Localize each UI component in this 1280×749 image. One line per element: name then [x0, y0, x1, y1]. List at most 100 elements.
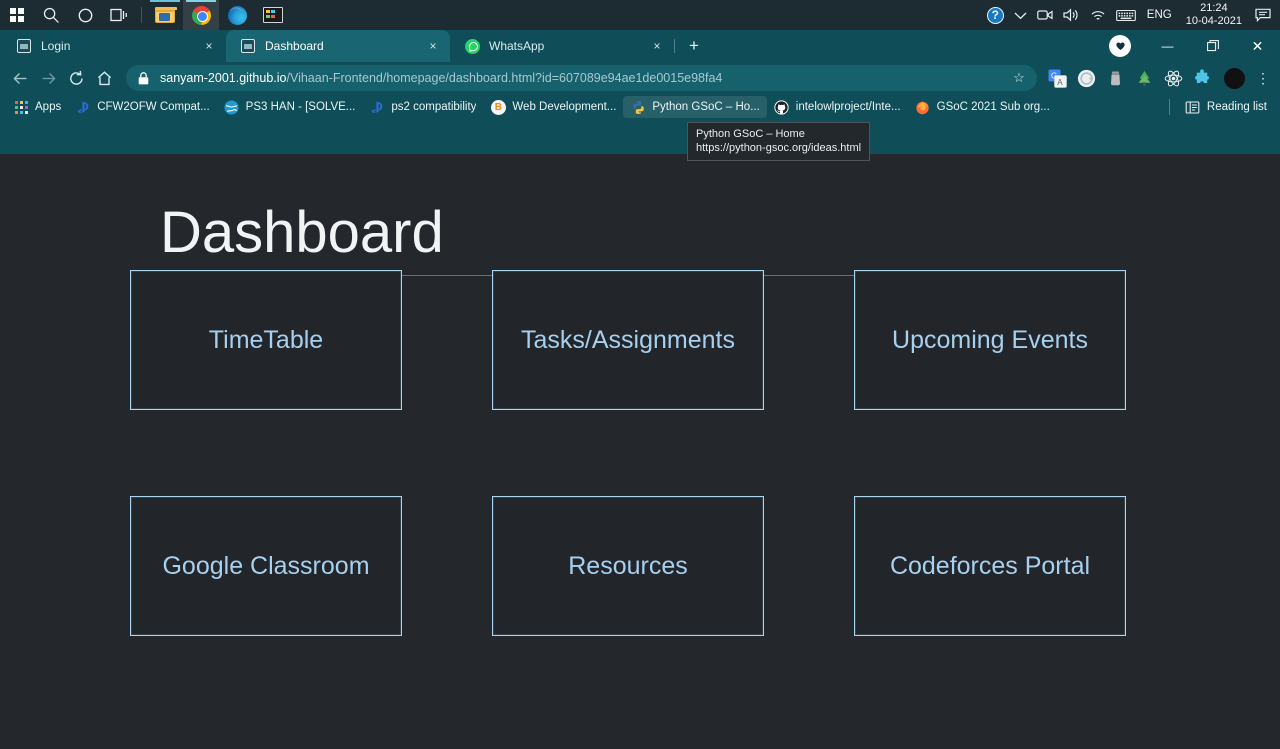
bookmark-star-icon[interactable]: ☆ — [1011, 70, 1027, 86]
bookmark-gsoc-2021[interactable]: GSoC 2021 Sub org... — [908, 96, 1057, 118]
url-domain: sanyam-2001.github.io — [160, 71, 287, 85]
bookmark-label: GSoC 2021 Sub org... — [936, 101, 1050, 113]
notification-icon — [1255, 8, 1271, 22]
b-letter-icon: B — [490, 99, 506, 115]
keyboard-icon — [1115, 9, 1136, 21]
arrow-right-icon — [42, 72, 56, 84]
chrome-menu-button[interactable]: ⋮ — [1252, 71, 1274, 85]
taskbar-app-vm-console[interactable] — [255, 0, 291, 30]
taskbar-left-group — [0, 0, 291, 30]
bookmark-python-gsoc[interactable]: Python GSoC – Ho... — [623, 96, 767, 118]
card-timetable[interactable]: TimeTable — [130, 270, 402, 410]
tray-overflow-chevron[interactable] — [1009, 0, 1032, 30]
google-translate-extension[interactable]: G A — [1045, 66, 1070, 91]
tray-keyboard-button[interactable] — [1111, 0, 1141, 30]
taskbar-app-chrome[interactable] — [183, 0, 219, 30]
chevron-up-icon — [1014, 12, 1027, 19]
grammarly-icon — [1077, 69, 1096, 87]
profile-badge-icon[interactable] — [1109, 35, 1131, 57]
card-row-spacer — [130, 410, 1126, 496]
card-upcoming-events[interactable]: Upcoming Events — [854, 270, 1126, 410]
card-label: Upcoming Events — [892, 325, 1088, 354]
back-button[interactable] — [6, 64, 34, 92]
card-label: Codeforces Portal — [889, 551, 1091, 580]
new-tab-button[interactable]: + — [681, 33, 707, 59]
playstation-icon — [369, 99, 385, 115]
window-controls: — ✕ — [1099, 30, 1280, 62]
tab-close-button[interactable]: × — [200, 37, 218, 55]
tab-close-button[interactable]: × — [424, 37, 442, 55]
python-logo-icon — [633, 100, 644, 114]
evernote-extension[interactable] — [1132, 66, 1157, 91]
taskbar-app-edge[interactable] — [219, 0, 255, 30]
tab-title: Login — [41, 39, 71, 53]
puzzle-extensions-icon[interactable] — [1190, 66, 1215, 91]
bookmark-label: PS3 HAN - [SOLVE... — [245, 101, 356, 113]
tab-separator — [674, 39, 675, 53]
bookmarks-bar-right: Reading list — [1161, 96, 1274, 118]
reload-button[interactable] — [62, 64, 90, 92]
bookmark-ps2-compatibility[interactable]: ps2 compatibility — [362, 96, 483, 118]
profile-avatar[interactable] — [1224, 67, 1245, 89]
bookmark-cfw2ofw[interactable]: CFW2OFW Compat... — [68, 96, 216, 118]
tray-network-button[interactable] — [1085, 0, 1111, 30]
card-resources[interactable]: Resources — [492, 496, 764, 636]
edge-icon — [227, 5, 247, 25]
bookmark-label: Python GSoC – Ho... — [652, 101, 760, 113]
tray-notifications-button[interactable] — [1250, 0, 1276, 30]
card-google-classroom[interactable]: Google Classroom — [130, 496, 402, 636]
tab-dashboard[interactable]: Dashboard × — [226, 30, 450, 62]
tooltip-url: https://python-gsoc.org/ideas.html — [696, 142, 862, 154]
maximize-button[interactable] — [1190, 30, 1235, 62]
grammarly-extension[interactable] — [1074, 66, 1099, 91]
bookmark-ps3-han[interactable]: PS3 HAN - [SOLVE... — [217, 96, 363, 118]
whatsapp-icon — [464, 38, 480, 54]
reading-list-label: Reading list — [1206, 101, 1267, 113]
reading-list-button[interactable]: Reading list — [1178, 96, 1274, 118]
tray-clock[interactable]: 21:24 10-04-2021 — [1178, 2, 1250, 28]
address-bar[interactable]: sanyam-2001.github.io/Vihaan-Frontend/ho… — [126, 65, 1037, 91]
tray-language-indicator[interactable]: ENG — [1141, 9, 1178, 21]
tray-volume-button[interactable] — [1058, 0, 1085, 30]
tab-login[interactable]: Login × — [2, 30, 227, 62]
close-window-button[interactable]: ✕ — [1235, 30, 1280, 62]
reload-icon — [69, 70, 83, 85]
bookmark-apps[interactable]: Apps — [6, 96, 68, 118]
tab-close-button[interactable]: × — [648, 37, 666, 55]
page-icon — [16, 38, 32, 54]
bookmark-label: CFW2OFW Compat... — [97, 101, 210, 113]
heart-icon — [1115, 42, 1125, 50]
tray-time: 21:24 — [1200, 2, 1228, 14]
card-tasks-assignments[interactable]: Tasks/Assignments — [492, 270, 764, 410]
card-codeforces-portal[interactable]: Codeforces Portal — [854, 496, 1126, 636]
tray-meet-now-button[interactable] — [1032, 0, 1058, 30]
tab-title: WhatsApp — [489, 39, 545, 53]
github-icon — [774, 99, 790, 115]
bookmark-label: ps2 compatibility — [391, 101, 477, 113]
url-path: /Vihaan-Frontend/homepage/dashboard.html… — [286, 71, 723, 85]
taskbar-app-file-explorer[interactable] — [147, 0, 183, 30]
react-devtools-extension[interactable] — [1161, 66, 1186, 91]
reading-list-glyph-icon — [1186, 100, 1200, 114]
tray-help-button[interactable]: ? — [982, 0, 1009, 30]
taskbar-search-button[interactable] — [34, 0, 68, 30]
firefox-logo-icon — [916, 101, 929, 114]
forward-button[interactable] — [34, 64, 62, 92]
camera-icon — [1036, 10, 1053, 20]
react-atom-icon — [1164, 70, 1183, 86]
home-button[interactable] — [90, 64, 118, 92]
home-icon — [97, 70, 111, 85]
bookmark-intelowlproject[interactable]: intelowlproject/Inte... — [767, 96, 908, 118]
card-label: TimeTable — [208, 325, 324, 354]
minimize-button[interactable]: — — [1145, 30, 1190, 62]
honey-extension[interactable] — [1103, 66, 1128, 91]
card-label: Resources — [568, 551, 688, 580]
arrow-left-icon — [12, 72, 26, 84]
tab-whatsapp[interactable]: WhatsApp × — [450, 30, 675, 62]
start-button[interactable] — [0, 0, 34, 30]
task-view-button[interactable] — [102, 0, 136, 30]
globe-glyph-icon — [224, 100, 239, 114]
bookmark-web-development[interactable]: B Web Development... — [483, 96, 623, 118]
card-row-bottom: Google Classroom Resources Codeforces Po… — [130, 496, 1126, 636]
cortana-button[interactable] — [68, 0, 102, 30]
